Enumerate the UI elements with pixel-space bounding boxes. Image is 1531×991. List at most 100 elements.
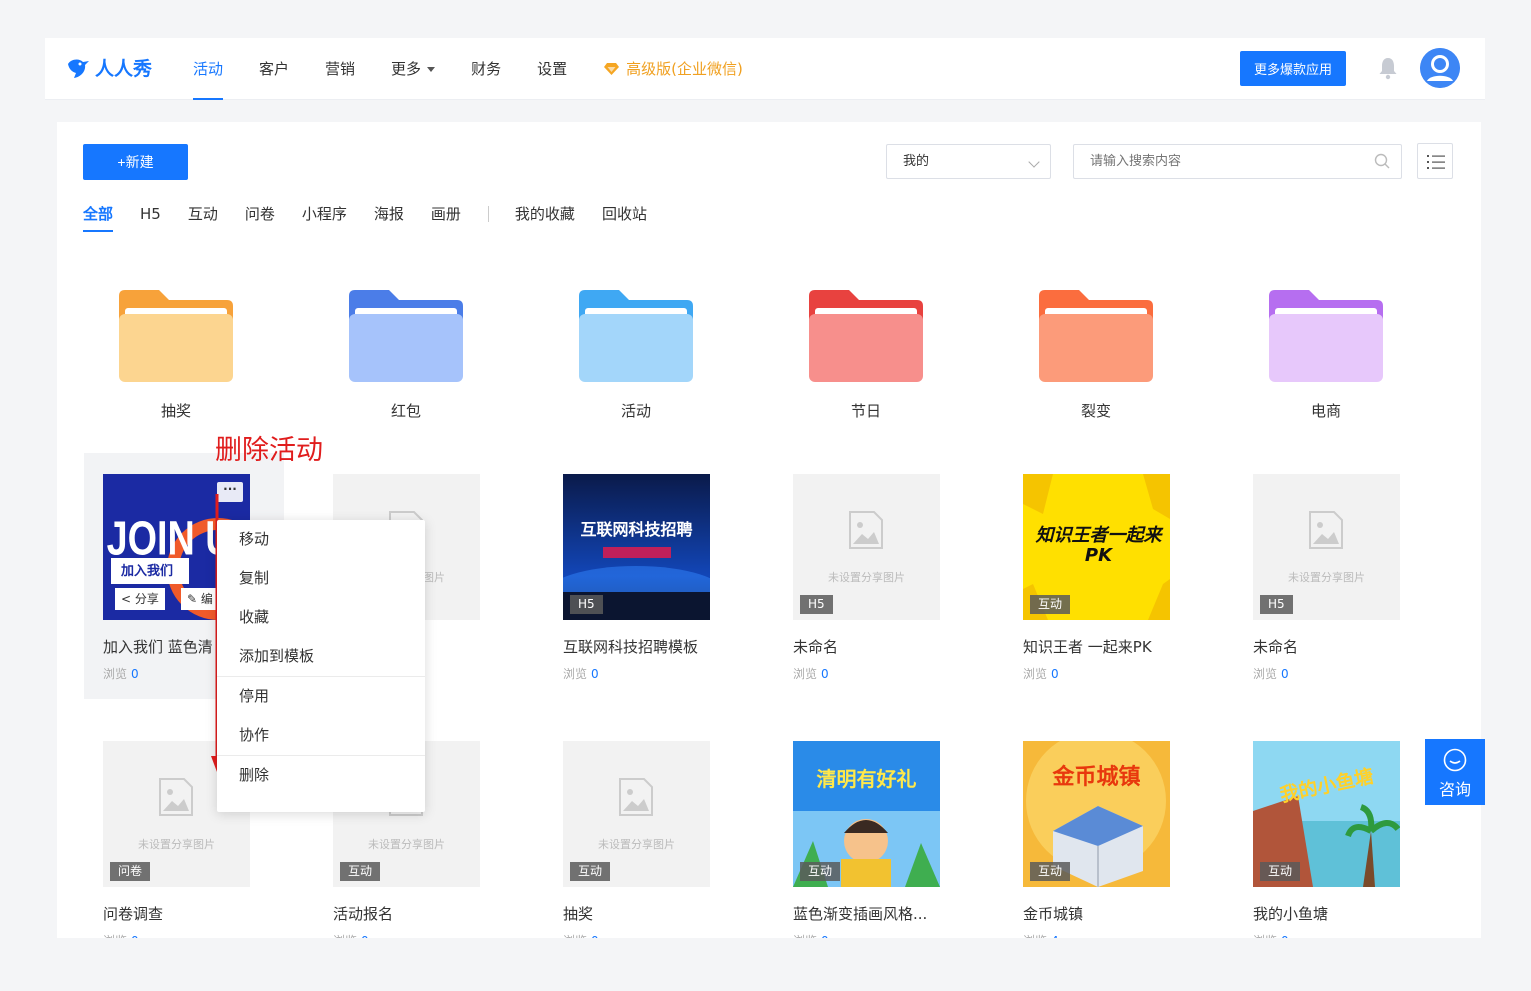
folder-icon (349, 290, 463, 382)
menu-item-delete[interactable]: 删除 (217, 756, 425, 795)
share-button[interactable]: < 分享 (115, 588, 165, 610)
bell-icon[interactable] (1377, 56, 1399, 80)
logo[interactable]: 人人秀 (65, 54, 152, 81)
folder-label: 抽奖 (160, 402, 191, 420)
type-badge: H5 (570, 595, 603, 614)
activity-card[interactable]: 清明有好礼 互动 蓝色渐变插画风格... 浏览 0 (793, 741, 941, 938)
views-label: 浏览 (793, 934, 817, 938)
card-views: 浏览0 (103, 932, 251, 938)
folder-red-packet[interactable]: 红包 (349, 290, 463, 421)
tab-poster[interactable]: 海报 (374, 204, 404, 234)
views-count: 0 (1051, 667, 1059, 681)
menu-item-collaborate[interactable]: 协作 (217, 716, 425, 755)
scope-select-value: 我的 (903, 154, 930, 169)
list-view-button[interactable] (1417, 143, 1453, 179)
menu-item-move[interactable]: 移动 (217, 520, 425, 559)
tab-all[interactable]: 全部 (83, 204, 114, 234)
card-thumbnail[interactable]: 互联网科技招聘 H5 (563, 474, 710, 620)
card-views: 浏览 0 (563, 932, 711, 938)
nav-item-finance[interactable]: 财务 (471, 38, 501, 100)
menu-item-add-to-template[interactable]: 添加到模板 (217, 637, 425, 676)
type-badge: 问卷 (110, 862, 151, 881)
card-views: 浏览0 (1253, 665, 1401, 682)
user-avatar[interactable] (1420, 48, 1460, 88)
type-badge: H5 (1260, 595, 1293, 614)
card-thumbnail[interactable]: 未设置分享图片 H5 (793, 474, 940, 620)
folder-label: 裂变 (1080, 402, 1111, 420)
menu-item-favorite[interactable]: 收藏 (217, 598, 425, 637)
folder-activity[interactable]: 活动 (579, 290, 693, 421)
tab-h5[interactable]: H5 (140, 204, 161, 234)
folder-lottery[interactable]: 抽奖 (119, 290, 233, 421)
activity-card[interactable]: 知识王者一起来PK 互动 知识王者 一起来PK 浏览 0 (1023, 474, 1171, 682)
image-placeholder-icon (159, 778, 193, 816)
thumbnail-caption: 加入我们 (121, 564, 174, 579)
folder-ecommerce[interactable]: 电商 (1269, 290, 1383, 421)
logo-bird-icon (68, 59, 89, 78)
folder-fission[interactable]: 裂变 (1039, 290, 1153, 421)
activity-card[interactable]: 金币城镇 互动 金币城镇 浏览 4 (1023, 741, 1171, 938)
views-label: 浏览 (563, 934, 587, 938)
views-count: 0 (1281, 667, 1289, 681)
tab-favorites[interactable]: 我的收藏 (515, 204, 575, 234)
card-title: 知识王者 一起来PK (1023, 638, 1152, 656)
main-nav: 活动 客户 营销 更多 财务 设置 高级版(企业微信) (193, 38, 779, 100)
views-label: 浏览 (793, 667, 818, 681)
consult-button[interactable]: 咨询 (1425, 739, 1485, 805)
card-title: 金币城镇 (1023, 905, 1084, 923)
nav-item-more[interactable]: 更多 (391, 38, 436, 100)
search-input[interactable] (1073, 144, 1402, 179)
tab-mini-program[interactable]: 小程序 (302, 204, 347, 234)
tab-recycle-bin[interactable]: 回收站 (602, 204, 647, 234)
folder-icon (1039, 290, 1153, 382)
card-thumbnail[interactable]: 知识王者一起来PK 互动 (1023, 474, 1170, 620)
chevron-down-icon (1028, 156, 1040, 168)
views-count: 0 (131, 667, 139, 681)
placeholder-text: 未设置分享图片 (598, 838, 675, 851)
activity-card[interactable]: 未设置分享图片 H5 未命名 浏览 0 (793, 474, 941, 682)
card-title: 未命名 (793, 638, 839, 656)
menu-item-disable[interactable]: 停用 (217, 677, 425, 716)
placeholder-text: 未设置分享图片 (1288, 571, 1365, 584)
activity-card[interactable]: 我的小鱼塘 互动 我的小鱼塘 浏览 0 (1253, 741, 1401, 938)
activity-card[interactable]: 互联网科技招聘 H5 互联网科技招聘模板 浏览 0 (563, 474, 711, 682)
tab-survey[interactable]: 问卷 (245, 204, 275, 234)
folder-holiday[interactable]: 节日 (809, 290, 923, 421)
activity-card[interactable]: 未设置分享图片 互动 抽奖 浏览 0 (563, 741, 711, 938)
new-button[interactable]: +新建 (83, 144, 188, 180)
placeholder-text: 未设置分享图片 (828, 571, 905, 584)
user-avatar-icon (1420, 48, 1460, 88)
list-icon (1427, 155, 1445, 169)
nav-label: 活动 (193, 60, 224, 78)
views-count: 0 (591, 934, 599, 938)
views-count: 0 (821, 934, 829, 938)
vip-version-link[interactable]: 高级版(企业微信) (603, 38, 743, 100)
thumbnail-caption: 清明有好礼 (816, 767, 917, 791)
filter-tabs: 全部 H5 互动 问卷 小程序 海报 画册 我的收藏 回收站 (83, 204, 674, 234)
top-header: 人人秀 活动 客户 营销 更多 财务 设置 高级版(企业微信) 更多爆款应用 (45, 38, 1485, 100)
card-thumbnail[interactable]: 未设置分享图片 H5 (1253, 474, 1400, 620)
nav-item-activity[interactable]: 活动 (193, 38, 224, 100)
views-label: 浏览 (1023, 934, 1047, 938)
activity-card[interactable]: 未设置分享图片 H5 未命名 浏览 0 (1253, 474, 1401, 682)
nav-item-customers[interactable]: 客户 (259, 38, 289, 100)
card-thumbnail[interactable]: 金币城镇 互动 (1023, 741, 1170, 887)
placeholder-text: 未设置分享图片 (138, 838, 215, 851)
card-views: 浏览0 (333, 932, 481, 938)
menu-item-copy[interactable]: 复制 (217, 559, 425, 598)
nav-item-marketing[interactable]: 营销 (325, 38, 355, 100)
nav-item-settings[interactable]: 设置 (537, 38, 567, 100)
chat-bubble-icon (1443, 748, 1467, 772)
card-thumbnail[interactable]: 我的小鱼塘 互动 (1253, 741, 1400, 887)
annotation-label: 删除活动 (215, 435, 323, 466)
card-thumbnail[interactable]: 未设置分享图片 互动 (563, 741, 710, 887)
tab-album[interactable]: 画册 (431, 204, 461, 234)
type-badge: 互动 (800, 862, 841, 881)
type-badge: 互动 (1030, 595, 1071, 614)
card-title: 抽奖 (563, 905, 594, 923)
tab-interactive[interactable]: 互动 (188, 204, 218, 234)
more-apps-button[interactable]: 更多爆款应用 (1240, 51, 1346, 86)
card-thumbnail[interactable]: 清明有好礼 互动 (793, 741, 940, 887)
scope-select[interactable]: 我的 (886, 144, 1051, 179)
search-icon[interactable] (1374, 153, 1390, 169)
